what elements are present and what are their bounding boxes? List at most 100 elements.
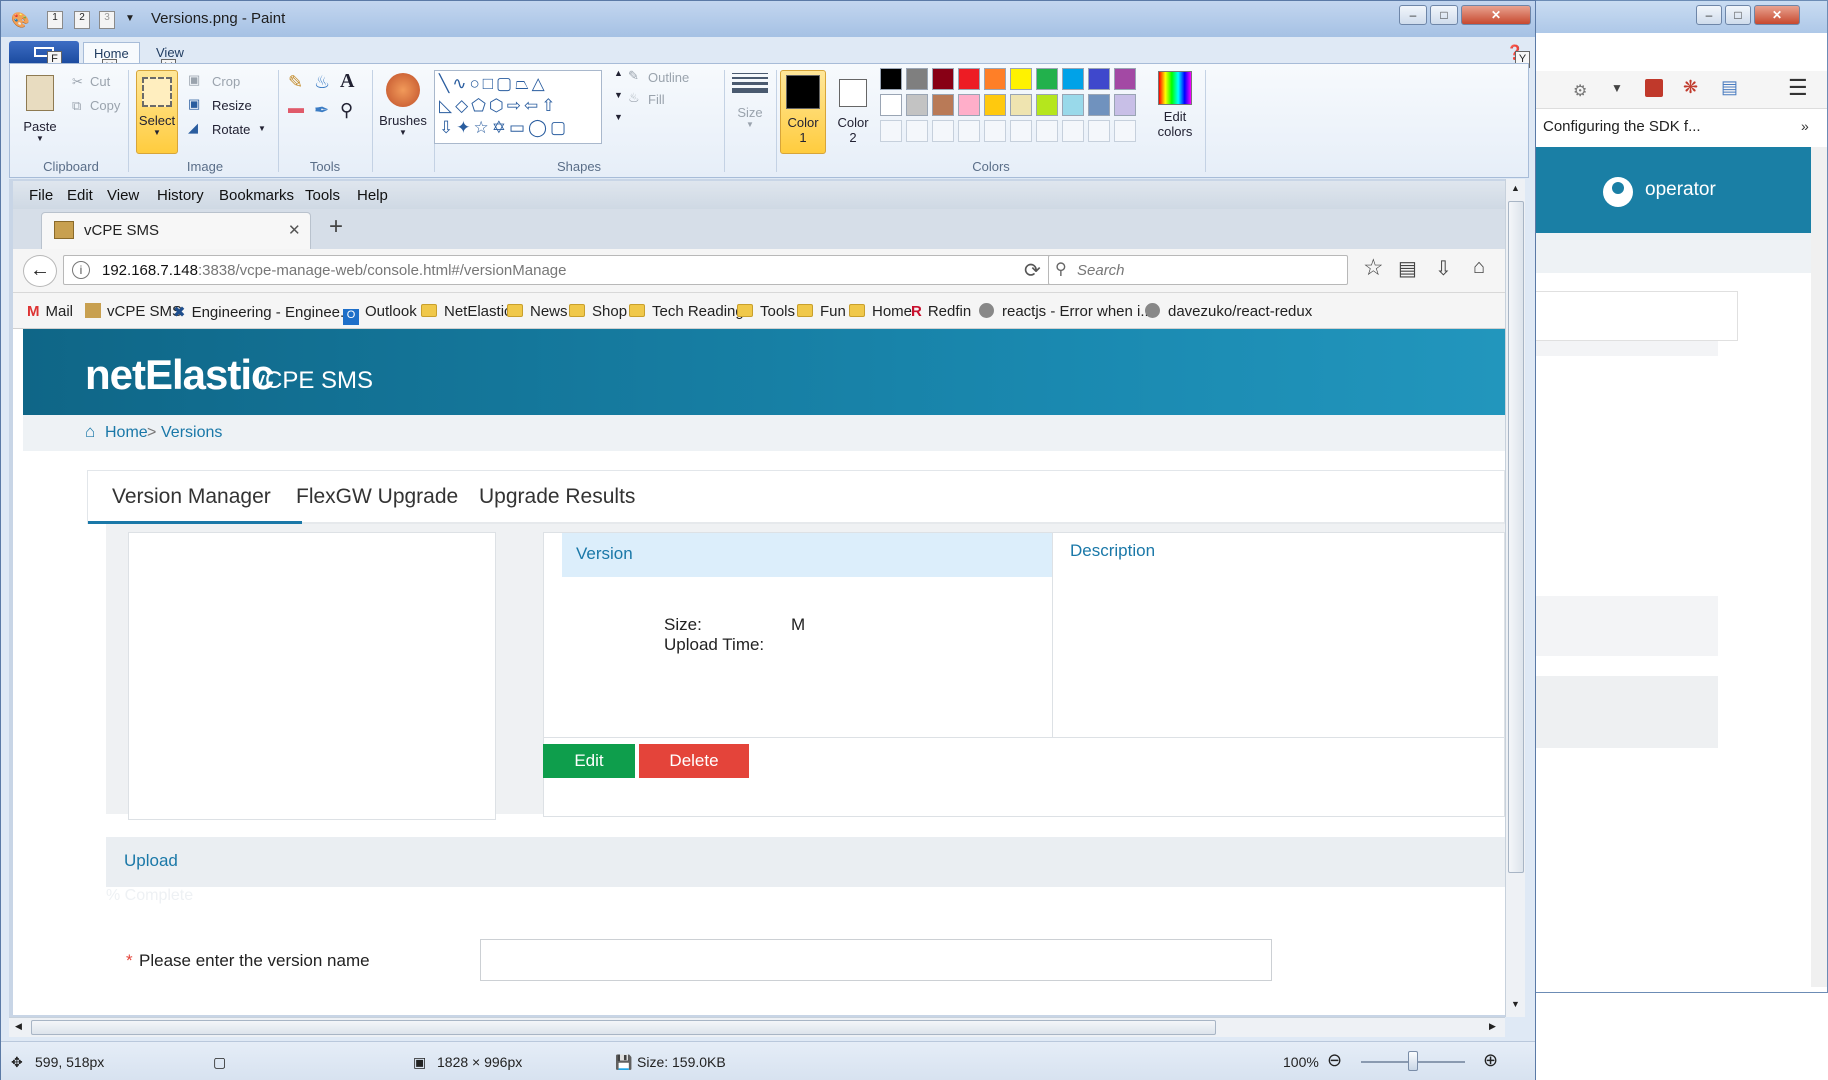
palette-swatch[interactable] — [1036, 120, 1058, 142]
new-tab-icon[interactable]: + — [329, 213, 343, 241]
tab-overflow-icon[interactable]: » — [1801, 118, 1809, 134]
copy-button[interactable]: Copy — [90, 98, 120, 113]
horizontal-scrollbar[interactable]: ◀ ▶ — [9, 1017, 1505, 1037]
palette-swatch[interactable] — [1036, 68, 1058, 90]
customize-qat-icon[interactable]: ▼ — [125, 13, 135, 24]
url-bar[interactable]: i 192.168.7.148:3838/vcpe-manage-web/con… — [63, 255, 1051, 285]
close-tab-icon[interactable]: ✕ — [288, 221, 301, 239]
bookmark-home[interactable]: Home — [849, 303, 912, 320]
palette-swatch[interactable] — [1114, 120, 1136, 142]
paste-button[interactable]: Paste ▼ — [16, 70, 64, 150]
edit-button[interactable]: Edit — [543, 744, 635, 778]
fill-bucket-icon[interactable]: ♨ — [314, 72, 330, 93]
palette-swatch[interactable] — [1114, 68, 1136, 90]
horizontal-scroll-thumb[interactable] — [31, 1020, 1216, 1035]
bug-icon[interactable]: ⚙ — [1573, 81, 1587, 101]
file-menu-button[interactable] — [9, 41, 79, 63]
reload-icon[interactable]: ⟳ — [1024, 258, 1041, 283]
shapes-scroll-down-icon[interactable]: ▼ — [614, 90, 623, 100]
edit-colors-button[interactable]: Edit colors — [1150, 68, 1200, 152]
bookmark-star-icon[interactable]: ☆ — [1363, 254, 1384, 281]
palette-swatch[interactable] — [906, 120, 928, 142]
breadcrumb-current[interactable]: Versions — [161, 424, 222, 442]
menu-history[interactable]: History — [157, 187, 204, 204]
palette-swatch[interactable] — [958, 68, 980, 90]
username[interactable]: operator — [1645, 179, 1716, 201]
palette-swatch[interactable] — [1088, 94, 1110, 116]
info-icon[interactable]: i — [72, 261, 90, 279]
palette-swatch[interactable] — [1010, 68, 1032, 90]
home-icon[interactable]: ⌂ — [85, 422, 95, 442]
palette-swatch[interactable] — [958, 94, 980, 116]
palette-swatch[interactable] — [1062, 68, 1084, 90]
bookmark-mail[interactable]: M Mail — [27, 303, 73, 320]
palette-swatch[interactable] — [1088, 120, 1110, 142]
react-icon[interactable]: ❋ — [1683, 77, 1698, 98]
color1-button[interactable]: Color 1 — [780, 70, 826, 154]
home-icon[interactable]: ⌂ — [1473, 256, 1485, 279]
bookmark-shop[interactable]: Shop — [569, 303, 627, 320]
version-list-panel[interactable] — [128, 532, 496, 820]
crop-button[interactable]: Crop — [212, 74, 240, 89]
extension-icon[interactable] — [1645, 79, 1663, 97]
scroll-right-icon[interactable]: ▶ — [1489, 1021, 1496, 1032]
bookmark-redfin[interactable]: R Redfin — [911, 303, 971, 320]
text-tool-icon[interactable]: A — [340, 70, 354, 93]
delete-button[interactable]: Delete — [639, 744, 749, 778]
zoom-out-icon[interactable]: ⊖ — [1327, 1050, 1342, 1071]
resize-button[interactable]: Resize — [212, 98, 252, 113]
reading-list-icon[interactable]: ▤ — [1398, 256, 1417, 281]
maximize-button[interactable]: □ — [1430, 5, 1458, 25]
quick-access-redo[interactable]: 3 — [99, 11, 115, 29]
eraser-icon[interactable]: ▬ — [288, 100, 304, 118]
canvas-image[interactable]: File Edit View History Bookmarks Tools H… — [13, 181, 1505, 1015]
bookmark-tech-reading[interactable]: Tech Reading — [629, 303, 744, 320]
background-scrollbar[interactable] — [1811, 147, 1827, 987]
zoom-in-icon[interactable]: ⊕ — [1483, 1050, 1498, 1071]
rotate-dropdown-icon[interactable]: ▼ — [258, 124, 266, 133]
browser-tab[interactable]: vCPE SMS ✕ — [41, 212, 311, 249]
close-button[interactable]: ✕ — [1461, 5, 1531, 25]
outline-button[interactable]: Outline — [648, 70, 689, 85]
tab-flexgw-upgrade[interactable]: FlexGW Upgrade — [296, 485, 458, 509]
palette-swatch[interactable] — [906, 94, 928, 116]
vertical-scroll-thumb[interactable] — [1508, 201, 1524, 873]
download-icon[interactable]: ⇩ — [1435, 256, 1452, 281]
menu-file[interactable]: File — [29, 187, 53, 204]
bookmark-outlook[interactable]: O Outlook — [343, 303, 417, 325]
minimize-button[interactable]: – — [1399, 5, 1427, 25]
hamburger-menu-icon[interactable]: ☰ — [1788, 75, 1808, 101]
search-bar[interactable]: ⚲ Search — [1048, 255, 1348, 285]
palette-swatch[interactable] — [984, 68, 1006, 90]
size-button[interactable]: Size ▼ — [728, 70, 772, 154]
shapes-scroll-up-icon[interactable]: ▲ — [614, 68, 623, 78]
tab-version-manager[interactable]: Version Manager — [112, 485, 271, 509]
back-arrow-icon[interactable]: ← — [23, 255, 57, 287]
rotate-button[interactable]: Rotate — [212, 122, 250, 137]
menu-edit[interactable]: Edit — [67, 187, 93, 204]
palette-swatch[interactable] — [1088, 68, 1110, 90]
palette-swatch[interactable] — [984, 120, 1006, 142]
quick-access-save[interactable]: 1 — [47, 11, 63, 29]
select-button[interactable]: Select ▼ — [136, 70, 178, 154]
menu-view[interactable]: View — [107, 187, 139, 204]
close-button[interactable]: ✕ — [1754, 5, 1800, 25]
scroll-down-icon[interactable]: ▼ — [1511, 999, 1520, 1009]
palette-swatch[interactable] — [1010, 120, 1032, 142]
background-tab-title[interactable]: Configuring the SDK f... — [1543, 118, 1701, 135]
bookmark-davezuko[interactable]: davezuko/react-redux — [1145, 303, 1312, 320]
bookmark-news[interactable]: News — [507, 303, 568, 320]
version-name-input[interactable] — [480, 939, 1272, 981]
scroll-up-icon[interactable]: ▲ — [1511, 183, 1520, 193]
shapes-gallery[interactable]: ╲∿○□▢⏢△ ◺◇⬠⬡⇨⇦⇧ ⇩✦☆✡▭◯▢ — [434, 70, 602, 144]
tab-upgrade-results[interactable]: Upgrade Results — [479, 485, 635, 509]
palette-swatch[interactable] — [932, 94, 954, 116]
palette-swatch[interactable] — [984, 94, 1006, 116]
bookmark-tools[interactable]: Tools — [737, 303, 795, 320]
quick-access-undo[interactable]: 2 — [74, 11, 90, 29]
color-picker-icon[interactable]: ✒ — [314, 100, 329, 121]
palette-swatch[interactable] — [932, 68, 954, 90]
shape-icons[interactable]: ╲∿○□▢⏢△ ◺◇⬠⬡⇨⇦⇧ ⇩✦☆✡▭◯▢ — [435, 71, 601, 141]
breadcrumb-home[interactable]: Home — [105, 424, 148, 442]
shapes-expand-icon[interactable]: ▼ — [614, 112, 623, 122]
